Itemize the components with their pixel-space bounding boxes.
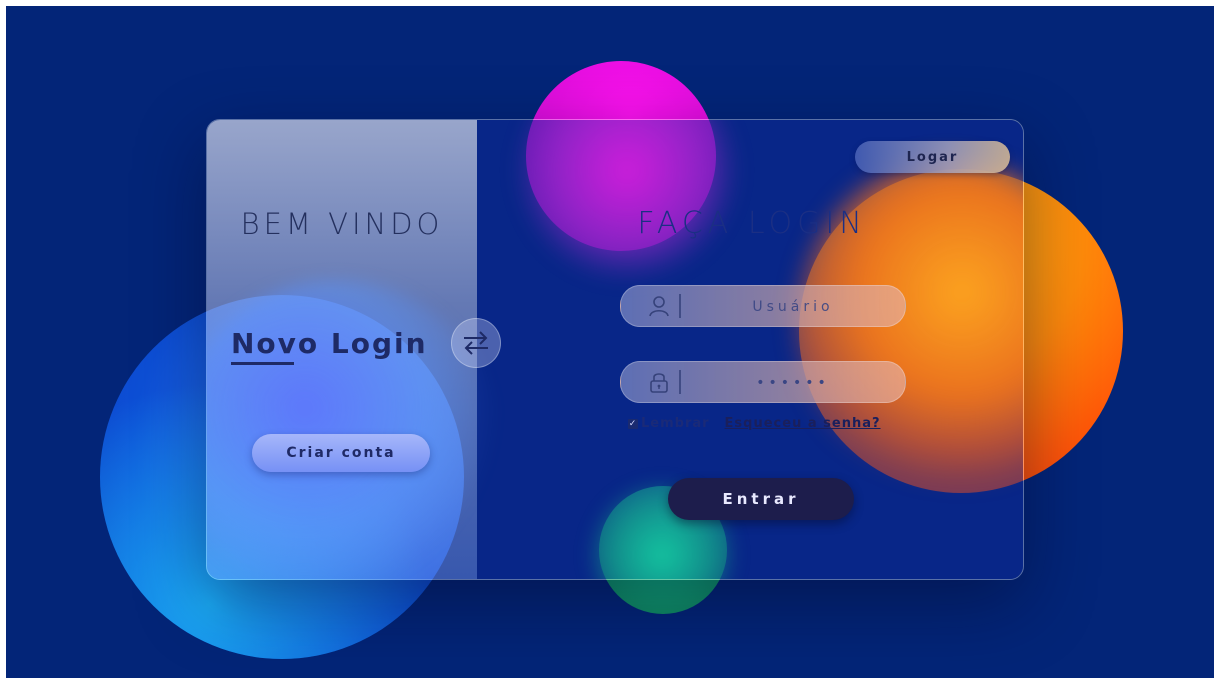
swap-panels-button[interactable] <box>451 318 501 368</box>
new-login-underline <box>231 362 294 365</box>
welcome-title: BEM VINDO <box>240 207 444 241</box>
user-icon <box>649 296 669 317</box>
new-login-heading[interactable]: Novo Login <box>231 327 428 360</box>
password-field[interactable] <box>620 361 906 404</box>
swap-arrows-icon <box>464 331 488 355</box>
submit-login-button[interactable]: Entrar <box>668 478 854 520</box>
welcome-panel: BEM VINDO Novo Login Criar conta <box>207 120 497 579</box>
username-field[interactable] <box>620 285 906 328</box>
forgot-password-link[interactable]: Esqueceu a senha? <box>725 416 881 431</box>
login-screen: BEM VINDO Novo Login Criar conta Logar F… <box>6 6 1214 678</box>
create-account-button[interactable]: Criar conta <box>252 434 430 472</box>
remember-row: ✓ Lembrar Esqueceu a senha? <box>628 416 881 431</box>
login-title: FAÇA LOGIN <box>637 206 867 241</box>
password-input[interactable] <box>691 362 895 404</box>
login-card: BEM VINDO Novo Login Criar conta Logar F… <box>206 119 1024 580</box>
remember-checkbox[interactable]: ✓ <box>628 418 638 429</box>
username-input[interactable] <box>691 286 895 328</box>
lock-icon <box>650 373 668 393</box>
login-toggle-button[interactable]: Logar <box>855 141 1010 173</box>
remember-label[interactable]: Lembrar <box>641 416 710 431</box>
